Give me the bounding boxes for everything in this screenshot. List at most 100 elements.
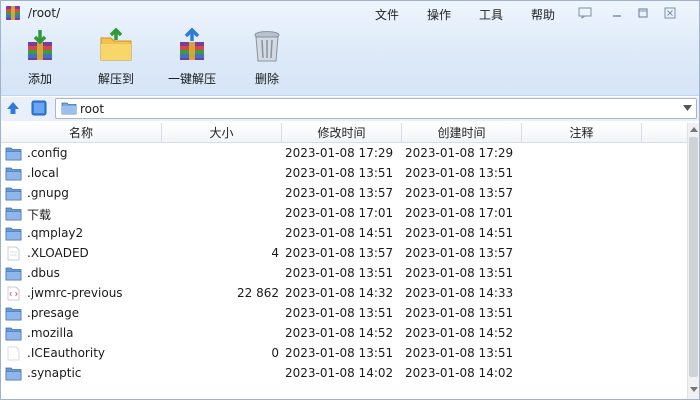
- table-row[interactable]: .config 2023-01-08 17:29 2023-01-08 17:29: [1, 144, 687, 164]
- table-row[interactable]: .dbus 2023-01-08 13:51 2023-01-08 13:51: [1, 264, 687, 284]
- file-created: 2023-01-08 14:33: [405, 286, 514, 300]
- table-row[interactable]: .ICEauthority 0 2023-01-08 13:51 2023-01-08…: [1, 344, 687, 364]
- file-size: 22 862: [237, 286, 279, 300]
- folder-icon: [5, 327, 22, 341]
- file-modified: 2023-01-08 13:51: [285, 166, 394, 180]
- file-created: 2023-01-08 13:51: [405, 306, 514, 320]
- chevron-down-icon[interactable]: [683, 105, 692, 111]
- folder-icon: [5, 267, 22, 281]
- menu-file[interactable]: 文件: [375, 6, 399, 23]
- file-size: 0: [271, 346, 279, 360]
- scroll-up-icon[interactable]: [690, 126, 698, 134]
- one-click-extract-label: 一键解压: [167, 72, 216, 86]
- file-modified: 2023-01-08 14:02: [285, 366, 394, 380]
- file-name: .config: [27, 146, 68, 160]
- folder-icon: [5, 227, 22, 241]
- table-row[interactable]: .mozilla 2023-01-08 14:52 2023-01-08 14:52: [1, 324, 687, 344]
- window-title: /root/: [28, 6, 61, 20]
- table-row[interactable]: 下载 2023-01-08 17:01 2023-01-08 17:01: [1, 204, 687, 224]
- file-created: 2023-01-08 13:57: [405, 186, 514, 200]
- archive-manager-window: /root/ 文件 操作 工具 帮助 添加 解压到 一键解压 删除 root 名…: [0, 0, 700, 400]
- table-row[interactable]: .local 2023-01-08 13:51 2023-01-08 13:51: [1, 164, 687, 184]
- app-logo-icon: [6, 6, 20, 20]
- file-name: .synaptic: [27, 366, 82, 380]
- folder-icon: [5, 187, 22, 201]
- delete-label: 删除: [254, 72, 279, 86]
- file-icon: [7, 246, 20, 261]
- file-name: .presage: [27, 306, 80, 320]
- file-name: .mozilla: [27, 326, 74, 340]
- view-mode-icon[interactable]: [31, 100, 47, 116]
- file-created: 2023-01-08 14:51: [405, 226, 514, 240]
- scrollbar-thumb[interactable]: [689, 137, 698, 377]
- file-created: 2023-01-08 17:29: [405, 146, 514, 160]
- address-row: root: [1, 97, 699, 121]
- one-click-extract-button[interactable]: 一键解压: [156, 28, 228, 90]
- folder-icon: [61, 102, 77, 115]
- file-modified: 2023-01-08 14:32: [285, 286, 394, 300]
- extract-folder-icon: [100, 28, 132, 61]
- add-archive-icon: [28, 30, 52, 60]
- file-name: 下载: [27, 208, 52, 222]
- file-name: .jwmrc-previous: [27, 286, 123, 300]
- maximize-button[interactable]: [634, 5, 652, 21]
- table-row[interactable]: .XLOADED 4 2023-01-08 13:57 2023-01-08 13:5…: [1, 244, 687, 264]
- column-name[interactable]: 名称: [1, 123, 162, 143]
- close-button[interactable]: [661, 5, 679, 21]
- file-created: 2023-01-08 13:57: [405, 246, 514, 260]
- minimize-button[interactable]: [608, 5, 626, 21]
- vertical-scrollbar[interactable]: [687, 123, 699, 399]
- code-file-icon: [7, 286, 20, 301]
- file-created: 2023-01-08 17:01: [405, 206, 514, 220]
- file-name: .XLOADED: [27, 246, 89, 260]
- file-modified: 2023-01-08 13:57: [285, 186, 394, 200]
- menu-tools[interactable]: 工具: [479, 6, 503, 23]
- file-created: 2023-01-08 13:51: [405, 166, 514, 180]
- one-click-extract-icon: [180, 28, 204, 60]
- file-modified: 2023-01-08 13:51: [285, 266, 394, 280]
- delete-button[interactable]: 删除: [231, 28, 303, 90]
- folder-icon: [5, 307, 22, 321]
- extract-to-button[interactable]: 解压到: [80, 28, 152, 90]
- menu-help[interactable]: 帮助: [531, 6, 555, 23]
- add-label: 添加: [27, 72, 52, 86]
- file-list: 名称 大小 修改时间 创建时间 注释 .config 2023-01-08 17:…: [1, 123, 699, 399]
- column-comment[interactable]: 注释: [522, 123, 642, 143]
- file-modified: 2023-01-08 13:57: [285, 246, 394, 260]
- table-row[interactable]: .jwmrc-previous 22 862 2023-01-08 14:32 202…: [1, 284, 687, 304]
- add-button[interactable]: 添加: [4, 28, 76, 90]
- up-arrow-icon[interactable]: [5, 100, 21, 116]
- file-created: 2023-01-08 13:51: [405, 266, 514, 280]
- feedback-icon[interactable]: [576, 5, 594, 21]
- file-created: 2023-01-08 14:02: [405, 366, 514, 380]
- table-row[interactable]: .presage 2023-01-08 13:51 2023-01-08 13:51: [1, 304, 687, 324]
- file-modified: 2023-01-08 13:51: [285, 306, 394, 320]
- folder-icon: [5, 207, 22, 221]
- scroll-down-icon[interactable]: [690, 385, 698, 393]
- folder-icon: [5, 147, 22, 161]
- menu-actions[interactable]: 操作: [427, 6, 451, 23]
- file-created: 2023-01-08 13:51: [405, 346, 514, 360]
- folder-icon: [5, 367, 22, 381]
- title-bar: /root/ 文件 操作 工具 帮助: [1, 1, 699, 25]
- column-created[interactable]: 创建时间: [402, 123, 522, 143]
- table-row[interactable]: .qmplay2 2023-01-08 14:51 2023-01-08 14:51: [1, 224, 687, 244]
- trash-icon: [254, 31, 280, 62]
- table-row[interactable]: .gnupg 2023-01-08 13:57 2023-01-08 13:57: [1, 184, 687, 204]
- file-name: .ICEauthority: [27, 346, 105, 360]
- address-path: root: [80, 102, 105, 116]
- file-name: .dbus: [27, 266, 60, 280]
- table-row[interactable]: .synaptic 2023-01-08 14:02 2023-01-08 14:0…: [1, 364, 687, 384]
- column-modified[interactable]: 修改时间: [282, 123, 402, 143]
- folder-icon: [5, 167, 22, 181]
- extract-to-label: 解压到: [97, 72, 134, 86]
- file-modified: 2023-01-08 17:29: [285, 146, 394, 160]
- column-size[interactable]: 大小: [162, 123, 282, 143]
- file-modified: 2023-01-08 14:51: [285, 226, 394, 240]
- column-overflow: [642, 123, 687, 143]
- column-header-row: 名称 大小 修改时间 创建时间 注释: [1, 123, 687, 143]
- address-bar[interactable]: root: [55, 98, 697, 119]
- file-name: .local: [27, 166, 59, 180]
- file-size: 4: [271, 246, 279, 260]
- blank-file-icon: [7, 346, 20, 361]
